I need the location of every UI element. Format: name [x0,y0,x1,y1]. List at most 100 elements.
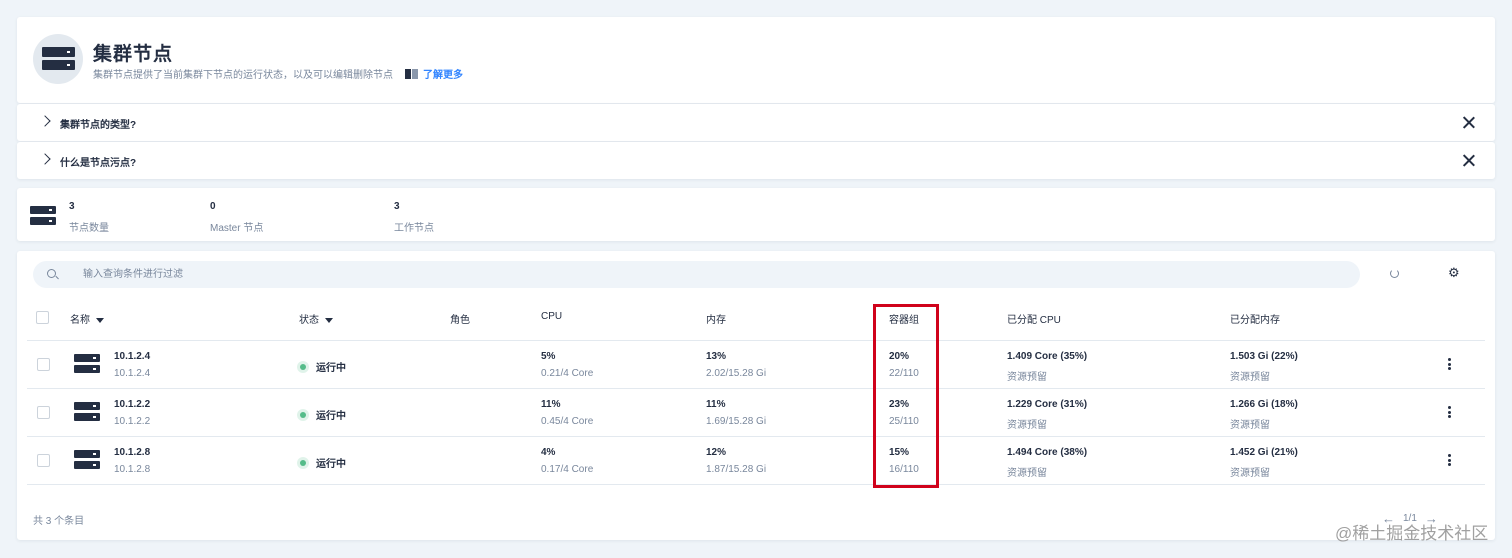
gear-icon[interactable]: ⚙ [1448,266,1460,280]
more-icon[interactable] [1446,452,1452,468]
search-icon [47,269,56,278]
column-header-allocated-cpu: 已分配 CPU [1007,315,1061,326]
status-text: 运行中 [316,459,346,470]
faq-item-node-types[interactable]: 集群节点的类型? [17,104,1495,141]
page-description: 集群节点提供了当前集群下节点的运行状态，以及可以编辑删除节点 了解更多 [93,66,463,81]
select-all-checkbox[interactable] [36,311,49,324]
more-icon[interactable] [1446,356,1452,372]
node-name-link[interactable]: 10.1.2.8 [114,447,150,458]
learn-more-link[interactable]: 了解更多 [423,66,463,81]
node-stats: 3 节点数量 0 Master 节点 3 工作节点 [17,188,1495,241]
book-icon [405,68,418,79]
pods-cell: 15% 16/110 [889,447,919,475]
stat-label: 工作节点 [394,223,434,234]
column-header-status[interactable]: 状态 [299,311,333,326]
resource-reserve-label: 资源预留 [1230,420,1270,431]
node-table-card: ⚙ 名称 状态 角色 CPU 内存 容器组 已分配 CPU 已分配内存 10.1… [17,251,1495,540]
status-text: 运行中 [316,363,346,374]
faq-item-node-taints[interactable]: 什么是节点污点? [17,142,1495,179]
pods-detail: 25/110 [889,416,919,427]
allocated-cpu-cell: 1.494 Core (38%) 资源预留 [1007,447,1087,479]
running-status-dot [300,411,306,418]
table-row[interactable]: 10.1.2.4 10.1.2.4 运行中 5% 0.21/4 Core 13%… [27,341,1485,389]
row-checkbox[interactable] [37,454,50,467]
stat-worker-nodes: 3 工作节点 [394,201,434,234]
stat-value: 0 [210,201,216,212]
node-name-cell: 10.1.2.8 10.1.2.8 [114,447,150,475]
pods-percent: 20% [889,351,910,362]
column-header-cpu: CPU [541,311,563,322]
running-status-dot [300,459,306,466]
table-row[interactable]: 10.1.2.2 10.1.2.2 运行中 11% 0.45/4 Core 11… [27,389,1485,437]
server-icon [33,34,83,84]
allocated-memory-value: 1.266 Gi (18%) [1230,399,1298,410]
resource-reserve-label: 资源预留 [1007,372,1047,383]
faq-label[interactable]: 什么是节点污点? [60,154,136,169]
column-header-pods: 容器组 [889,315,919,326]
memory-cell: 12% 1.87/15.28 Gi [706,447,766,475]
column-label: 状态 [299,315,319,326]
cpu-cell: 11% 0.45/4 Core [541,399,593,427]
row-checkbox[interactable] [37,358,50,371]
cpu-detail: 0.17/4 Core [541,464,594,475]
page-header: 集群节点 集群节点提供了当前集群下节点的运行状态，以及可以编辑删除节点 了解更多 [17,17,1495,103]
allocated-memory-cell: 1.503 Gi (22%) 资源预留 [1230,351,1298,383]
page-title: 集群节点 [93,44,174,65]
search-bar[interactable] [33,261,1360,288]
node-name-link[interactable]: 10.1.2.4 [114,351,150,362]
cpu-cell: 4% 0.17/4 Core [541,447,593,475]
memory-detail: 1.87/15.28 Gi [706,464,767,475]
sort-caret-icon[interactable] [325,317,333,323]
allocated-memory-value: 1.503 Gi (22%) [1230,351,1298,362]
refresh-icon[interactable] [1390,269,1399,278]
watermark: @稀土掘金技术社区 [1335,524,1489,543]
chevron-right-icon[interactable] [39,153,51,165]
memory-cell: 13% 2.02/15.28 Gi [706,351,766,379]
allocated-memory-cell: 1.266 Gi (18%) 资源预留 [1230,399,1298,431]
allocated-cpu-value: 1.229 Core (31%) [1007,399,1088,410]
pods-detail: 16/110 [889,464,919,475]
node-name-link[interactable]: 10.1.2.2 [114,399,150,410]
faq-label[interactable]: 集群节点的类型? [60,116,136,131]
memory-percent: 11% [706,399,726,410]
column-header-name[interactable]: 名称 [70,311,104,326]
server-icon [74,401,100,423]
resource-reserve-label: 资源预留 [1007,420,1047,431]
pods-percent: 23% [889,399,910,410]
status-cell: 运行中 [300,359,346,374]
cpu-percent: 11% [541,399,561,410]
chevron-right-icon[interactable] [39,115,51,127]
close-icon[interactable] [1462,154,1475,167]
status-text: 运行中 [316,411,346,422]
allocated-memory-cell: 1.452 Gi (21%) 资源预留 [1230,447,1298,479]
resource-reserve-label: 资源预留 [1230,372,1270,383]
memory-percent: 12% [706,447,727,458]
row-checkbox[interactable] [37,406,50,419]
running-status-dot [300,363,306,370]
table-row[interactable]: 10.1.2.8 10.1.2.8 运行中 4% 0.17/4 Core 12%… [27,437,1485,485]
description-text: 集群节点提供了当前集群下节点的运行状态，以及可以编辑删除节点 [93,70,393,81]
total-count: 共 3 个条目 [33,516,85,527]
sort-caret-icon[interactable] [96,317,104,323]
status-cell: 运行中 [300,407,346,422]
node-ip: 10.1.2.8 [114,464,151,475]
node-name-cell: 10.1.2.2 10.1.2.2 [114,399,150,427]
pods-detail: 22/110 [889,368,919,379]
stat-label: Master 节点 [210,223,264,234]
resource-reserve-label: 资源预留 [1230,468,1270,479]
memory-cell: 11% 1.69/15.28 Gi [706,399,766,427]
memory-detail: 1.69/15.28 Gi [706,416,767,427]
allocated-cpu-value: 1.494 Core (38%) [1007,447,1088,458]
search-input[interactable] [83,265,683,284]
column-header-allocated-memory: 已分配内存 [1230,315,1280,326]
column-header-role: 角色 [450,315,470,326]
allocated-cpu-value: 1.409 Core (35%) [1007,351,1088,362]
allocated-cpu-cell: 1.229 Core (31%) 资源预留 [1007,399,1087,431]
memory-percent: 13% [706,351,727,362]
close-icon[interactable] [1462,116,1475,129]
allocated-cpu-cell: 1.409 Core (35%) 资源预留 [1007,351,1087,383]
more-icon[interactable] [1446,404,1452,420]
resource-reserve-label: 资源预留 [1007,468,1047,479]
cpu-detail: 0.45/4 Core [541,416,594,427]
column-label: 名称 [70,315,90,326]
